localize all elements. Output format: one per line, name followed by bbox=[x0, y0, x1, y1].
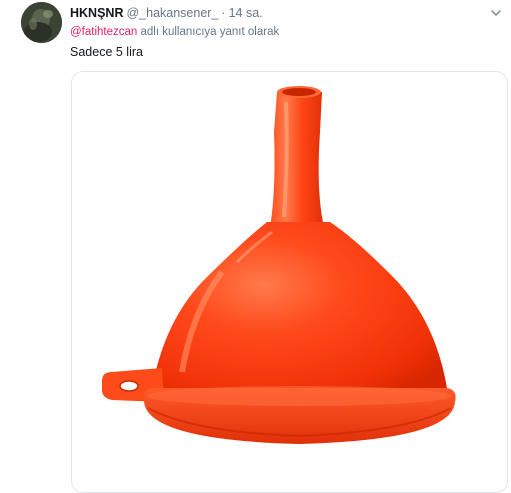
tweet[interactable]: HKNŞNR @_hakansener_ · 14 sa. @fatihtezcan … bbox=[0, 0, 511, 493]
funnel-image bbox=[102, 86, 456, 444]
reply-mention-link[interactable]: @fatihtezcan bbox=[70, 26, 137, 38]
tweet-text: Sadece 5 lira bbox=[70, 45, 143, 59]
avatar[interactable] bbox=[21, 2, 62, 43]
reply-suffix: adlı kullanıcıya yanıt olarak bbox=[140, 26, 280, 38]
separator: · bbox=[221, 6, 226, 20]
display-name[interactable]: HKNŞNR bbox=[70, 6, 123, 20]
chevron-down-icon[interactable] bbox=[489, 6, 503, 20]
tweet-header: HKNŞNR @_hakansener_ · 14 sa. bbox=[70, 5, 263, 21]
user-handle[interactable]: @_hakansener_ bbox=[126, 6, 218, 20]
timestamp[interactable]: 14 sa. bbox=[229, 6, 263, 20]
tweet-media[interactable] bbox=[71, 71, 508, 493]
reply-context: @fatihtezcan adlı kullanıcıya yanıt olar… bbox=[70, 25, 279, 39]
